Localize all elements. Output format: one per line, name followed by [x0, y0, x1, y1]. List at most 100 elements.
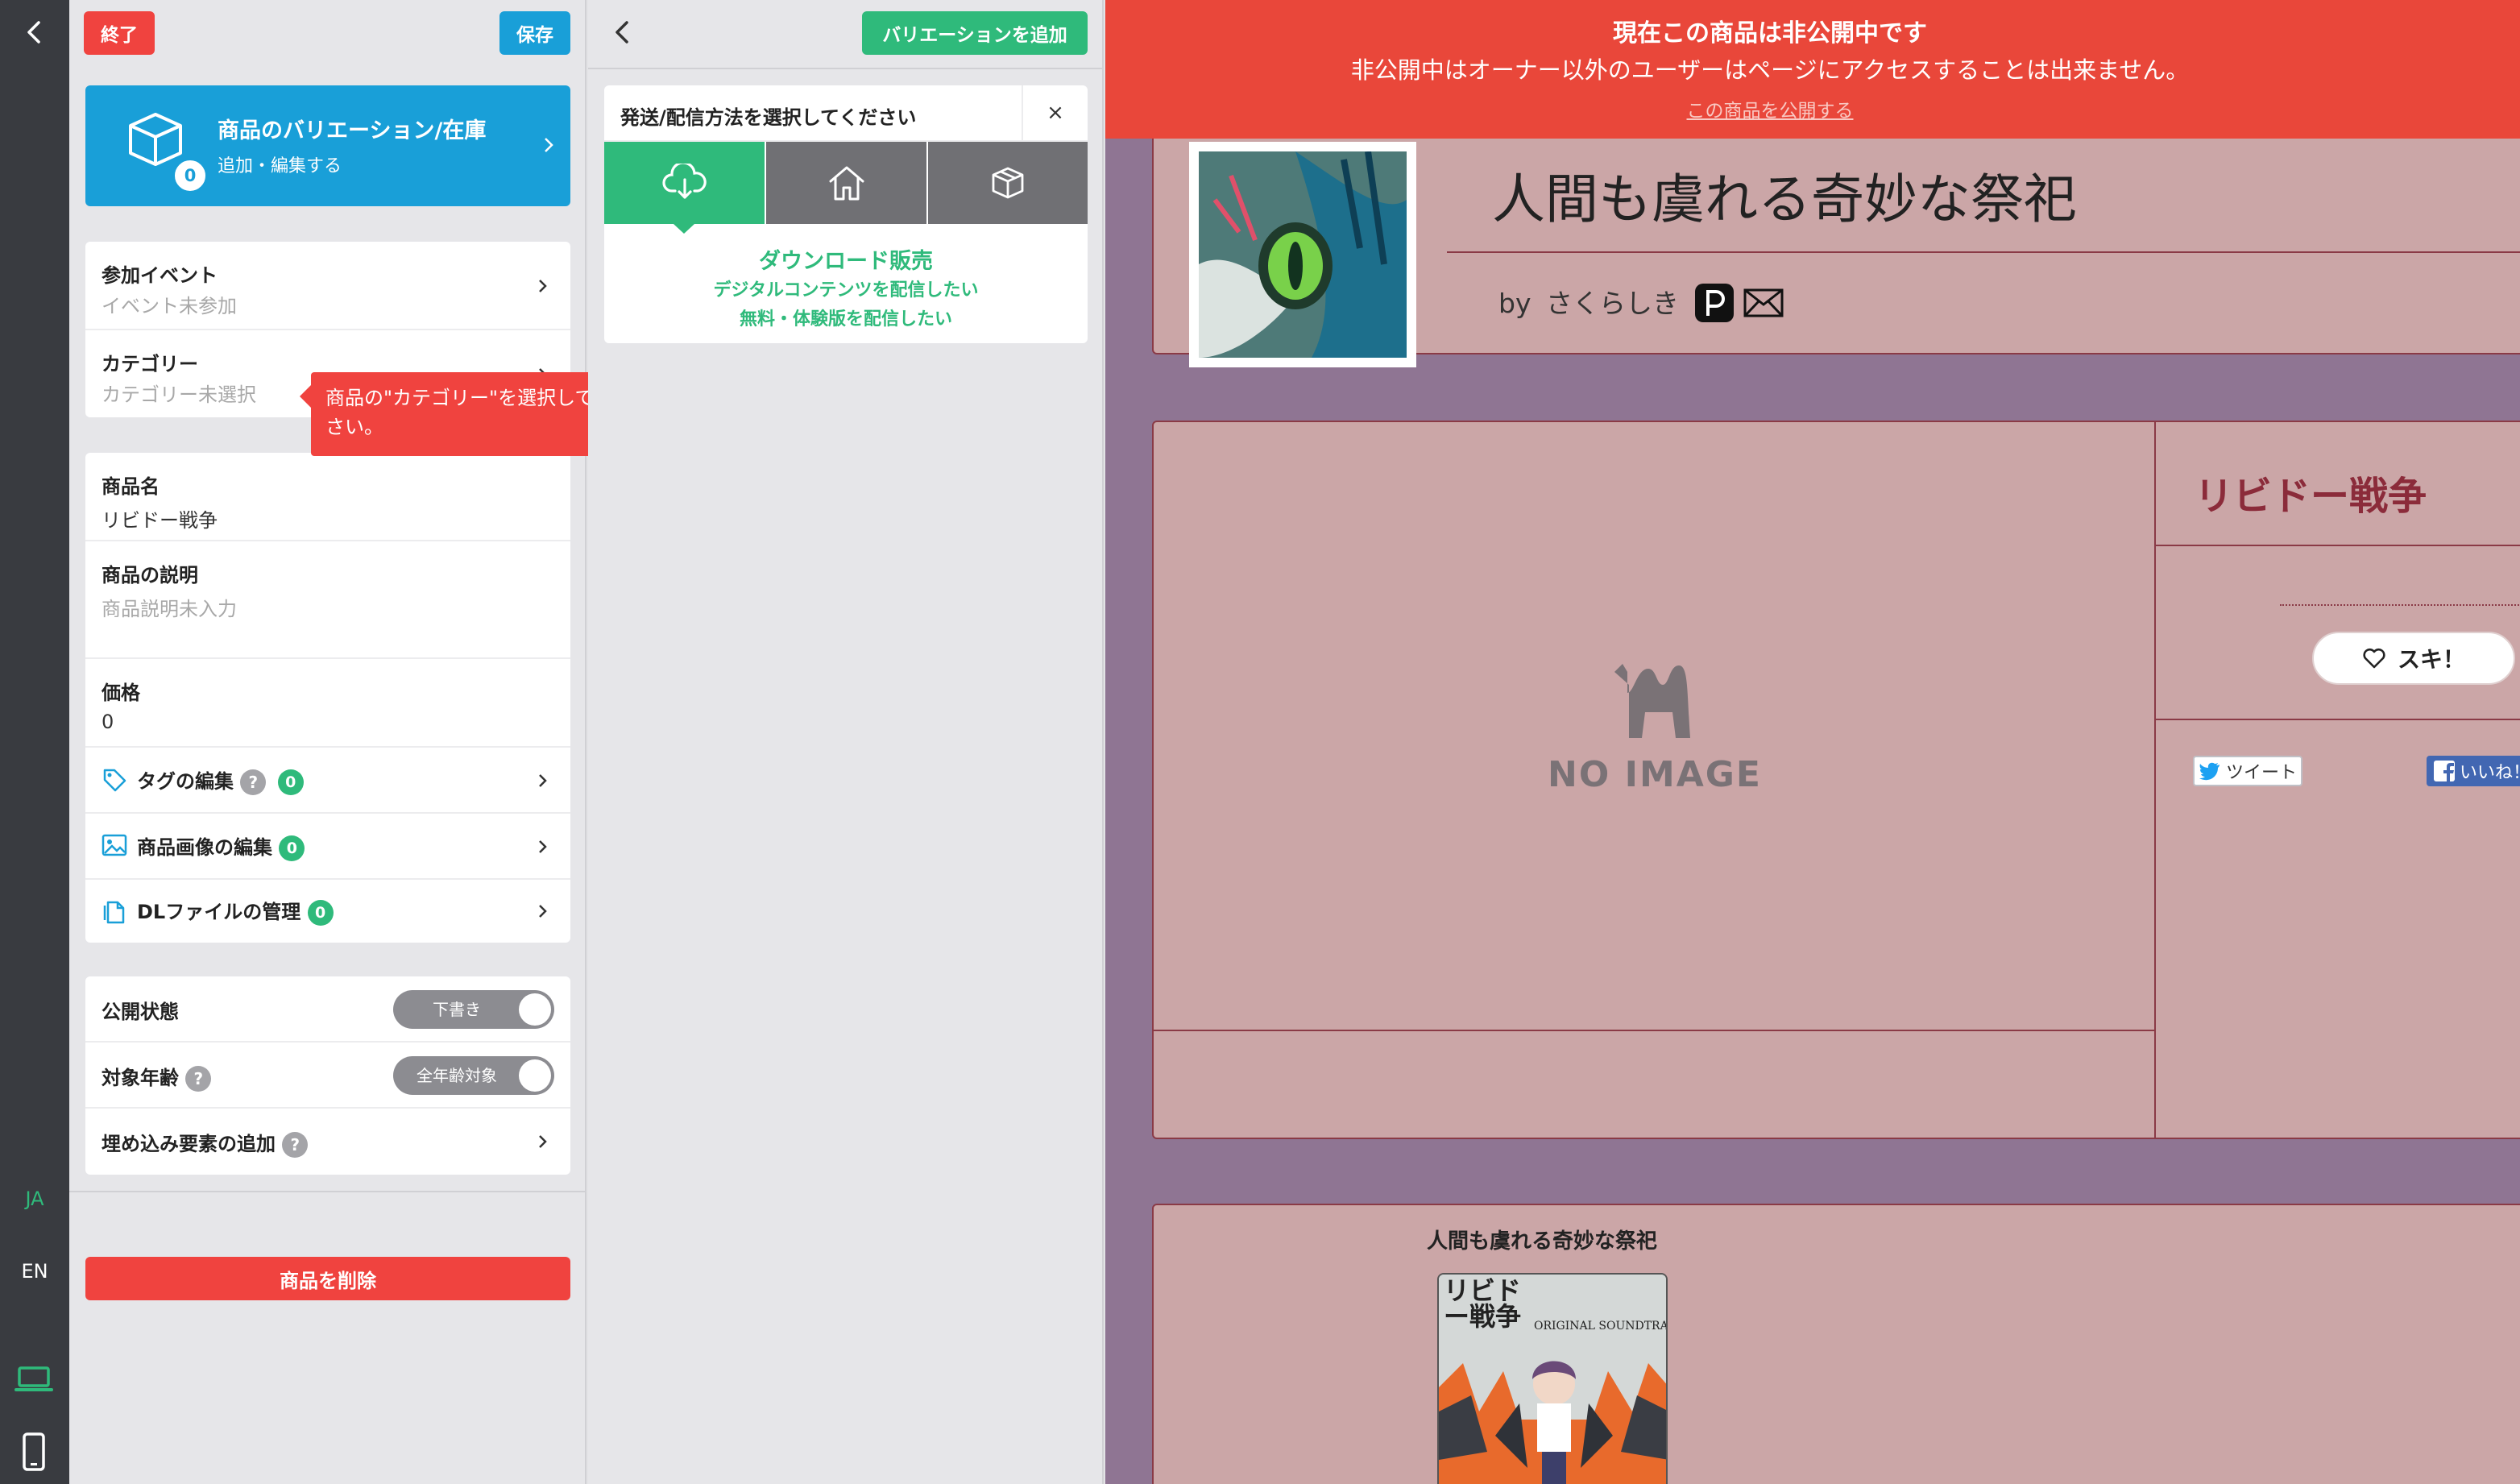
- home-icon: [826, 164, 868, 202]
- language-en[interactable]: EN: [0, 1260, 69, 1283]
- section-card: 人間も虞れる奇妙な祭祀 リビドー戦争 ORIGINAL SOUNDTRACK: [1152, 1204, 2520, 1484]
- shipping-method-tabs: [604, 142, 1088, 234]
- image-icon: [102, 833, 127, 857]
- description-value: 商品説明未入力: [102, 598, 237, 620]
- price-value: 0: [102, 711, 114, 733]
- category-label: カテゴリー: [102, 353, 198, 375]
- laptop-icon[interactable]: [15, 1365, 53, 1394]
- visibility-toggle[interactable]: 下書き: [393, 990, 554, 1029]
- dl-files-row[interactable]: DLファイルの管理 0: [85, 880, 570, 943]
- images-label: 商品画像の編集: [137, 836, 272, 859]
- tooltip-arrow: [300, 385, 311, 408]
- chevron-right-icon: [537, 276, 549, 296]
- back-arrow-icon[interactable]: [611, 16, 635, 48]
- shop-title[interactable]: 人間も虞れる奇妙な祭祀: [1492, 156, 2077, 234]
- shipping-header: 発送/配信方法を選択してください ×: [604, 85, 1088, 142]
- tweet-button[interactable]: ツイート: [2193, 756, 2302, 786]
- fb-like-label: いいね！: [2459, 763, 2520, 783]
- divider: [69, 1191, 585, 1192]
- category-value: カテゴリー未選択: [102, 383, 256, 406]
- images-count-badge: 0: [279, 835, 305, 861]
- back-arrow-icon[interactable]: [15, 16, 55, 48]
- language-ja[interactable]: JA: [0, 1188, 69, 1210]
- variation-card-title: 商品のバリエーション/在庫: [218, 118, 487, 143]
- mail-icon[interactable]: [1743, 287, 1784, 319]
- banner-text: 非公開中はオーナー以外のユーザーはページにアクセスすることは出来ません。: [1350, 56, 2190, 84]
- description-label: 商品の説明: [102, 564, 198, 587]
- chevron-right-icon: [537, 901, 549, 922]
- variation-card-subtitle: 追加・編集する: [218, 156, 342, 176]
- divider: [1154, 1030, 2156, 1031]
- shop-preview: 現在この商品は非公開中です 非公開中はオーナー以外のユーザーはページにアクセスす…: [1105, 0, 2520, 1484]
- fb-like-button[interactable]: いいね！: [2427, 756, 2520, 786]
- age-toggle[interactable]: 全年齢対象: [393, 1056, 554, 1095]
- price-label: 価格: [102, 682, 140, 704]
- help-icon[interactable]: ?: [185, 1066, 212, 1092]
- age-label: 対象年齢: [102, 1067, 179, 1089]
- section-title: 人間も虞れる奇妙な祭祀: [1426, 1229, 1657, 1254]
- home-tab[interactable]: [766, 142, 926, 224]
- tag-icon: [102, 767, 127, 793]
- visibility-toggle-text: 下書き: [433, 1000, 481, 1019]
- package-icon: [989, 164, 1027, 202]
- save-button[interactable]: 保存: [499, 11, 570, 55]
- product-info-card: 商品名 リビドー戦争 商品の説明 商品説明未入力 価格 0 タグの編集 ? 0: [85, 453, 570, 943]
- dotted-divider: [2280, 604, 2520, 606]
- exit-button[interactable]: 終了: [84, 11, 155, 55]
- embed-row[interactable]: 埋め込み要素の追加 ?: [85, 1109, 570, 1175]
- album-title: リビドー戦争: [1444, 1275, 1522, 1332]
- method-desc-1: デジタルコンテンツを配信したい: [713, 280, 979, 301]
- tooltip-text: 商品の"カテゴリー"を選択してください。: [325, 387, 632, 438]
- pixiv-icon[interactable]: [1695, 284, 1734, 322]
- name-value: リビドー戦争: [102, 509, 218, 532]
- tags-count-badge: 0: [277, 769, 304, 795]
- author-name[interactable]: さくらしき: [1546, 288, 1679, 319]
- tweet-label: ツイート: [2225, 763, 2297, 783]
- description-row[interactable]: 商品の説明 商品説明未入力: [85, 541, 570, 659]
- event-label: 参加イベント: [102, 264, 218, 287]
- dl-files-count-badge: 0: [307, 900, 334, 926]
- name-row[interactable]: 商品名 リビドー戦争: [85, 453, 570, 541]
- package-tab[interactable]: [928, 142, 1088, 224]
- no-image-text: NO IMAGE: [1548, 754, 1762, 795]
- tags-label: タグの編集: [137, 770, 234, 793]
- visibility-row: 公開状態 下書き: [85, 976, 570, 1043]
- avatar[interactable]: [1189, 142, 1416, 367]
- chevron-right-icon: [543, 135, 554, 155]
- age-row: 対象年齢 ? 全年齢対象: [85, 1043, 570, 1109]
- variation-stock-card[interactable]: 0 商品のバリエーション/在庫 追加・編集する: [85, 85, 570, 206]
- shipping-title: 発送/配信方法を選択してください: [620, 106, 917, 129]
- method-title: ダウンロード販売: [759, 249, 933, 274]
- price-row[interactable]: 価格 0: [85, 659, 570, 748]
- publish-link-wrap: この商品を公開する: [1105, 95, 2435, 122]
- publish-link[interactable]: この商品を公開する: [1687, 101, 1854, 122]
- delete-product-button[interactable]: 商品を削除: [85, 1257, 570, 1300]
- close-button[interactable]: ×: [1022, 85, 1088, 142]
- file-icon: [102, 897, 127, 925]
- variation-count-badge: 0: [172, 158, 208, 193]
- like-button[interactable]: スキ！: [2312, 632, 2515, 685]
- help-icon[interactable]: ?: [240, 769, 267, 795]
- divider: [2154, 719, 2520, 720]
- banner-title: 現在この商品は非公開中です: [1613, 19, 1927, 48]
- side-rail: JA EN: [0, 0, 69, 1484]
- product-card: NO IMAGE リビドー戦争 スキ！ ツイート いいね！ 0: [1152, 421, 2520, 1139]
- no-image-camel-icon: [1610, 661, 1697, 741]
- variation-panel: バリエーションを追加 発送/配信方法を選択してください × ダウンロード販売 デ…: [588, 0, 1104, 1484]
- facebook-icon: [2433, 761, 2455, 781]
- divider: [2154, 545, 2520, 546]
- embed-label: 埋め込み要素の追加: [102, 1133, 276, 1155]
- name-label: 商品名: [102, 475, 160, 498]
- album-thumbnail[interactable]: リビドー戦争 ORIGINAL SOUNDTRACK: [1437, 1273, 1668, 1484]
- twitter-bird-icon: [2199, 761, 2221, 781]
- like-label: スキ！: [2397, 646, 2465, 673]
- event-row[interactable]: 参加イベント イベント未参加: [85, 242, 570, 330]
- images-row[interactable]: 商品画像の編集 0: [85, 814, 570, 880]
- smartphone-icon[interactable]: [21, 1432, 47, 1471]
- chevron-right-icon: [537, 836, 549, 857]
- tags-row[interactable]: タグの編集 ? 0: [85, 748, 570, 814]
- chevron-right-icon: [537, 1131, 549, 1152]
- download-tab[interactable]: [604, 142, 765, 234]
- add-variation-button[interactable]: バリエーションを追加: [862, 11, 1088, 55]
- help-icon[interactable]: ?: [282, 1132, 309, 1158]
